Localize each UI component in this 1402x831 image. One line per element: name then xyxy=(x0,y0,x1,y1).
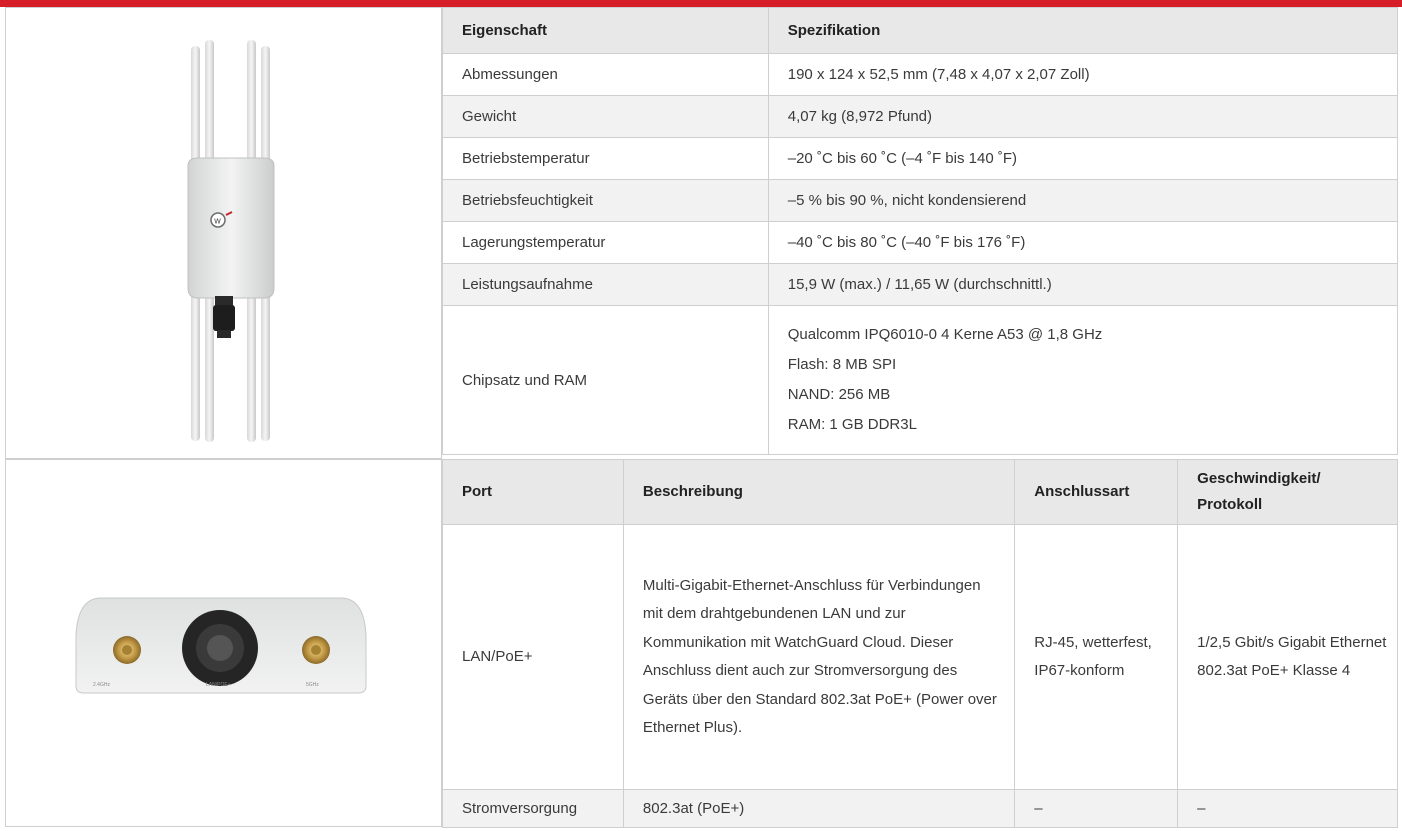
spec-value: 190 x 124 x 52,5 mm (7,48 x 4,07 x 2,07 … xyxy=(767,53,1399,96)
spec-row: Leistungsaufnahme 15,9 W (max.) / 11,65 … xyxy=(442,263,1399,306)
access-point-front-image: w xyxy=(187,40,275,442)
device-housing xyxy=(187,157,275,299)
spec-property: Gewicht xyxy=(442,95,769,138)
port-header-speed-line2: Protokoll xyxy=(1197,496,1263,513)
spec-value: 4,07 kg (8,972 Pfund) xyxy=(767,95,1399,138)
label-lan-poe: LAN/POE+ xyxy=(206,682,231,688)
product-image-bottom-cell: 2.4GHz LAN/POE+ 5GHz xyxy=(5,459,442,827)
spec-value: –5 % bis 90 %, nicht kondensierend xyxy=(767,179,1399,222)
antenna-connector-right-icon xyxy=(302,636,330,664)
port-header-row: Port Beschreibung Anschlussart Geschwind… xyxy=(442,459,1398,525)
port-header-port: Port xyxy=(442,459,624,525)
spec-header-property: Eigenschaft xyxy=(442,7,769,54)
label-2-4ghz: 2.4GHz xyxy=(93,682,110,688)
port-name: LAN/PoE+ xyxy=(442,524,624,790)
chipset-line: RAM: 1 GB DDR3L xyxy=(787,416,917,433)
spec-value-chipset: Qualcomm IPQ6010-0 4 Kerne A53 @ 1,8 GHz… xyxy=(767,305,1399,455)
port-row-power: Stromversorgung 802.3at (PoE+) – – xyxy=(442,789,1398,828)
spec-property: Lagerungstemperatur xyxy=(442,221,769,264)
cable-gland-icon xyxy=(213,296,235,338)
spec-value: 15,9 W (max.) / 11,65 W (durchschnittl.) xyxy=(767,263,1399,306)
spec-row-chipset: Chipsatz und RAM Qualcomm IPQ6010-0 4 Ke… xyxy=(442,305,1399,455)
spec-row: Gewicht 4,07 kg (8,972 Pfund) xyxy=(442,95,1399,138)
cable-gland-connector-icon xyxy=(182,610,258,686)
spec-row: Betriebsfeuchtigkeit –5 % bis 90 %, nich… xyxy=(442,179,1399,222)
spec-property: Chipsatz und RAM xyxy=(442,305,769,455)
port-description: Multi-Gigabit-Ethernet-Anschluss für Ver… xyxy=(622,524,1016,790)
spec-value: –20 ˚C bis 60 ˚C (–4 ˚F bis 140 ˚F) xyxy=(767,137,1399,180)
spec-row: Lagerungstemperatur –40 ˚C bis 80 ˚C (–4… xyxy=(442,221,1399,264)
product-image-front-cell: w xyxy=(5,7,442,459)
port-description: 802.3at (PoE+) xyxy=(622,789,1016,828)
spec-property: Betriebstemperatur xyxy=(442,137,769,180)
port-name: Stromversorgung xyxy=(442,789,624,828)
antenna-connector-left-icon xyxy=(113,636,141,664)
chipset-line: NAND: 256 MB xyxy=(787,386,891,403)
spec-header-row: Eigenschaft Spezifikation xyxy=(442,7,1399,54)
port-header-speed: Geschwindigkeit/Protokoll xyxy=(1177,459,1398,525)
svg-text:w: w xyxy=(213,216,221,226)
spec-header-value: Spezifikation xyxy=(767,7,1399,54)
access-point-bottom-image: 2.4GHz LAN/POE+ 5GHz xyxy=(75,597,367,694)
chipset-line: Flash: 8 MB SPI xyxy=(787,356,897,373)
port-header-connector: Anschlussart xyxy=(1014,459,1179,525)
spec-property: Betriebsfeuchtigkeit xyxy=(442,179,769,222)
port-speed: – xyxy=(1177,789,1398,828)
specification-table: Eigenschaft Spezifikation Abmessungen 19… xyxy=(442,7,1399,455)
spec-value: –40 ˚C bis 80 ˚C (–40 ˚F bis 176 ˚F) xyxy=(767,221,1399,264)
port-row-lan: LAN/PoE+ Multi-Gigabit-Ethernet-Anschlus… xyxy=(442,524,1398,790)
spec-property: Abmessungen xyxy=(442,53,769,96)
chipset-line: Qualcomm IPQ6010-0 4 Kerne A53 @ 1,8 GHz xyxy=(787,326,1103,343)
port-connector: – xyxy=(1014,789,1179,828)
spec-property: Leistungsaufnahme xyxy=(442,263,769,306)
port-header-speed-line1: Geschwindigkeit/ xyxy=(1197,470,1321,487)
top-accent-bar xyxy=(0,0,1402,7)
port-speed: 1/2,5 Gbit/s Gigabit Ethernet 802.3at Po… xyxy=(1177,524,1398,790)
label-5ghz: 5GHz xyxy=(306,682,319,688)
spec-row: Abmessungen 190 x 124 x 52,5 mm (7,48 x … xyxy=(442,53,1399,96)
spec-row: Betriebstemperatur –20 ˚C bis 60 ˚C (–4 … xyxy=(442,137,1399,180)
port-connector: RJ-45, wetterfest, IP67-konform xyxy=(1014,524,1179,790)
port-table: Port Beschreibung Anschlussart Geschwind… xyxy=(442,459,1398,828)
port-header-description: Beschreibung xyxy=(622,459,1016,525)
